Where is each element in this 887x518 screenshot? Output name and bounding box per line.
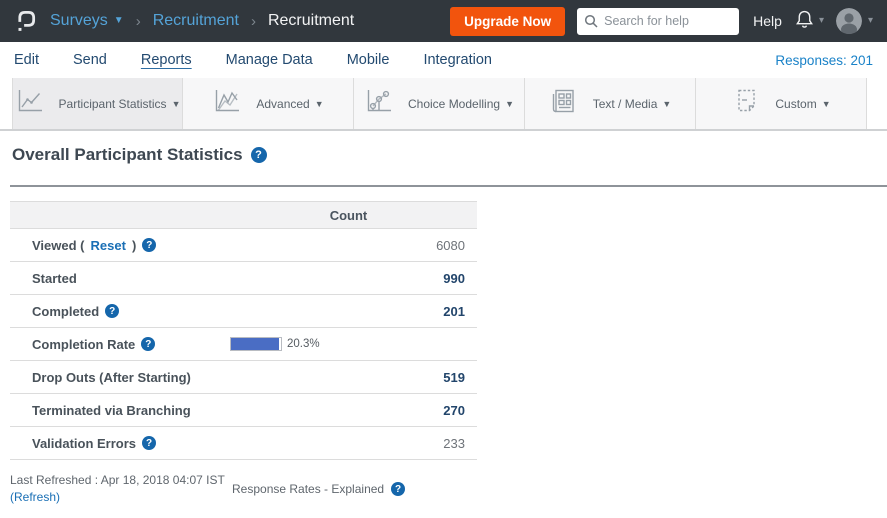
- toolbar-participant-statistics-button[interactable]: Participant Statistics▼: [12, 78, 183, 129]
- table-row: Completed?201: [10, 295, 477, 328]
- response-rates-explained-label: Response Rates - Explained: [232, 482, 384, 496]
- refresh-link[interactable]: (Refresh): [10, 490, 60, 504]
- toolbar-button-label: Custom▼: [775, 97, 830, 111]
- table-row: Drop Outs (After Starting)519: [10, 361, 477, 394]
- row-value: 6080: [220, 238, 477, 253]
- participant-statistics-table: Count Viewed (Reset)?6080Started990Compl…: [10, 201, 477, 507]
- toolbar-choice-modelling-button[interactable]: Choice Modelling▼: [354, 78, 525, 129]
- nav-tabs: Edit Send Reports Manage Data Mobile Integrat…: [14, 50, 492, 70]
- scatter-chart-icon: [364, 87, 394, 120]
- tab-integration[interactable]: Integration: [423, 50, 492, 70]
- help-icon[interactable]: ?: [391, 482, 405, 496]
- tab-edit[interactable]: Edit: [14, 50, 39, 70]
- help-search: [577, 8, 739, 35]
- table-header-row: Count: [10, 201, 477, 229]
- toolbar-custom-button[interactable]: Custom▼: [696, 78, 867, 129]
- toolbar-button-label: Choice Modelling▼: [408, 97, 514, 111]
- help-icon[interactable]: ?: [142, 436, 156, 450]
- divider: [10, 185, 887, 187]
- row-value: 270: [220, 403, 477, 418]
- help-icon[interactable]: ?: [105, 304, 119, 318]
- surveys-menu-label: Surveys: [50, 12, 108, 30]
- breadcrumb-separator: ›: [251, 13, 256, 30]
- news-media-icon: [549, 87, 579, 120]
- row-label: Completion Rate?: [10, 337, 220, 352]
- table-row: Viewed (Reset)?6080: [10, 229, 477, 262]
- row-label: Terminated via Branching: [10, 403, 220, 418]
- last-refreshed-text: Last Refreshed : Apr 18, 2018 04:07 IST: [10, 473, 225, 487]
- custom-report-icon: [731, 87, 761, 120]
- breadcrumb-separator: ›: [136, 13, 141, 30]
- account-menu[interactable]: ▾: [836, 8, 873, 34]
- chevron-down-icon: ▼: [114, 16, 124, 26]
- toolbar-text-media-button[interactable]: Text / Media▼: [525, 78, 696, 129]
- chevron-down-icon: ▼: [315, 99, 324, 109]
- questionpro-logo[interactable]: [10, 5, 40, 37]
- bell-icon: [794, 8, 815, 35]
- table-row: Completion Rate? 20.3%: [10, 328, 477, 361]
- multi-line-chart-icon: [212, 87, 242, 120]
- tab-send[interactable]: Send: [73, 50, 107, 70]
- avatar: [836, 8, 862, 34]
- reset-link[interactable]: Reset: [91, 238, 126, 253]
- help-icon[interactable]: ?: [142, 238, 156, 252]
- help-icon[interactable]: ?: [141, 337, 155, 351]
- surveys-menu[interactable]: Surveys ▼: [50, 12, 124, 30]
- completion-rate-value: 20.3%: [287, 338, 320, 350]
- toolbar-button-label: Advanced▼: [256, 97, 323, 111]
- table-row: Terminated via Branching270: [10, 394, 477, 427]
- chevron-down-icon: ▾: [819, 16, 824, 26]
- toolbar-button-label: Text / Media▼: [593, 97, 672, 111]
- breadcrumb-survey-link[interactable]: Recruitment: [153, 12, 239, 30]
- help-icon[interactable]: ?: [251, 147, 267, 163]
- report-content: Overall Participant Statistics ? Count V…: [0, 131, 887, 507]
- chevron-down-icon: ▾: [868, 16, 873, 26]
- row-value: 201: [220, 304, 477, 319]
- table-row: Started990: [10, 262, 477, 295]
- count-column-header: Count: [220, 208, 477, 223]
- table-row: Validation Errors?233: [10, 427, 477, 460]
- row-value: 519: [220, 370, 477, 385]
- breadcrumb-current-page: Recruitment: [268, 12, 354, 30]
- chevron-down-icon: ▼: [822, 99, 831, 109]
- completion-rate-bar-cell: 20.3%: [220, 337, 477, 351]
- tab-manage-data[interactable]: Manage Data: [226, 50, 313, 70]
- row-label: Drop Outs (After Starting): [10, 370, 220, 385]
- responses-count[interactable]: Responses: 201: [775, 53, 873, 68]
- chevron-down-icon: ▼: [662, 99, 671, 109]
- page-title: Overall Participant Statistics: [12, 145, 243, 165]
- search-icon: [584, 14, 598, 33]
- row-value: 233: [220, 436, 477, 451]
- tab-mobile[interactable]: Mobile: [347, 50, 390, 70]
- topbar: Surveys ▼ › Recruitment › Recruitment Up…: [0, 0, 887, 42]
- toolbar-button-label: Participant Statistics▼: [59, 97, 181, 111]
- upgrade-now-button[interactable]: Upgrade Now: [450, 7, 565, 36]
- row-label: Viewed (Reset)?: [10, 238, 220, 253]
- tab-reports[interactable]: Reports: [141, 50, 192, 70]
- search-input[interactable]: [577, 8, 739, 35]
- row-label: Validation Errors?: [10, 436, 220, 451]
- report-toolbar: Participant Statistics▼ Advanced▼ Choice…: [0, 78, 887, 131]
- table-footer: Last Refreshed : Apr 18, 2018 04:07 IST …: [10, 472, 477, 507]
- completion-rate-bar: [230, 337, 282, 351]
- notifications-menu[interactable]: ▾: [794, 8, 824, 35]
- help-link[interactable]: Help: [753, 13, 782, 29]
- row-value: 990: [220, 271, 477, 286]
- row-label: Started: [10, 271, 220, 286]
- chevron-down-icon: ▼: [172, 99, 181, 109]
- line-chart-icon: [15, 87, 45, 120]
- toolbar-advanced-button[interactable]: Advanced▼: [183, 78, 354, 129]
- chevron-down-icon: ▼: [505, 99, 514, 109]
- row-label: Completed?: [10, 304, 220, 319]
- survey-nav: Edit Send Reports Manage Data Mobile Integrat…: [0, 42, 887, 78]
